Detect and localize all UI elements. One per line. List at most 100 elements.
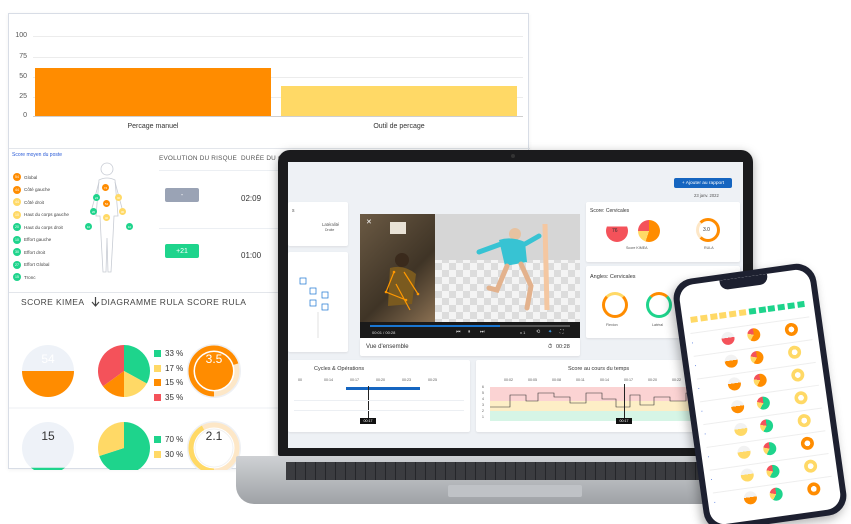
phone-score-circle [723, 353, 739, 369]
pause-icon[interactable]: ⏸ [468, 329, 471, 335]
y-tick: 0 [23, 112, 27, 119]
video-controls: 00:01 / 00:28 ⏮ ⏸ ⏭ x 1 ⟲ ✦ ⛶ [360, 322, 580, 338]
laterality-label: Latéralité [322, 222, 340, 227]
rula-pie [638, 220, 660, 242]
phone-score-circle [790, 367, 806, 383]
phone-mini-bar [748, 307, 757, 315]
rula-legend-item: 35 % [154, 393, 183, 402]
timeline-y-tick: 3 [482, 403, 484, 407]
grid-line [33, 57, 523, 58]
timeline-y-tick: 1 [482, 415, 484, 419]
row-marker-icon: ▪ [701, 409, 703, 414]
avatar-icon [476, 223, 550, 311]
rula-value: 3.0 [703, 227, 710, 233]
row-marker-icon: ▪ [713, 500, 716, 505]
body-point-elbow-left: 20 [90, 208, 97, 215]
close-video-button[interactable]: ✕ [366, 218, 372, 226]
pose-icon[interactable]: ✦ [548, 329, 552, 335]
clock-icon: ⏱ [548, 344, 553, 350]
legend-pct: 15 % [165, 378, 184, 387]
header-evolution: EVOLUTION DU RISQUE [159, 155, 238, 162]
phone-score-circle [733, 422, 749, 437]
legend-pct: 33 % [165, 349, 184, 358]
kimea-score-value: 54 [41, 352, 55, 366]
score-cervicales-card: Score: Cervicales 76 Score KIMEA 3.0 RUL… [586, 202, 740, 262]
legend-badge: 10 [13, 235, 21, 244]
body-point-elbow-right: 30 [119, 208, 126, 215]
lateral-gauge [646, 292, 672, 318]
body-map-title: Score moyen du poste [12, 152, 63, 158]
phone-mini-bar [777, 303, 786, 311]
timeline-y-tick: 5 [482, 391, 484, 395]
legend-badge: 27 [13, 260, 21, 269]
row-marker-icon: ▪ [704, 431, 707, 437]
phone-score-circle [800, 436, 815, 451]
skip-forward-icon[interactable]: ⏭ [480, 329, 485, 335]
score-card-title: Score: Cervicales [590, 208, 630, 214]
lateral-label: Latéral [652, 323, 663, 327]
legend-item: 20 Haut du corps droit [13, 222, 63, 232]
rula-legend-item: 30 % [154, 450, 183, 459]
header-score-rula: SCORE RULA [187, 297, 247, 307]
timeline-tick: 00:20 [648, 378, 657, 382]
legend-label: Haut du corps gauche [24, 212, 69, 217]
grid-line [33, 36, 523, 37]
legend-item: 54 Global [13, 172, 37, 182]
divider [9, 148, 530, 149]
skip-back-icon[interactable]: ⏮ [456, 329, 461, 335]
legend-item: 30 Effort droit [13, 247, 45, 257]
timeline-tick: 00:17 [624, 378, 633, 382]
y-tick: 75 [19, 53, 27, 60]
fullscreen-icon[interactable]: ⛶ [560, 329, 564, 335]
rula-legend-item: 17 % [154, 364, 183, 373]
category-label: Outil de percage [373, 123, 425, 130]
phone-score-circle [784, 322, 799, 337]
kimea-score-value: 15 [41, 429, 55, 443]
phone-mini-bar [758, 306, 766, 314]
legend-item: 44 Côté gauche [13, 185, 50, 195]
legend-swatch [154, 451, 161, 458]
legend-item: 44 Côté droit [13, 197, 44, 207]
laterality-card: s Latéralité Droite [288, 202, 348, 246]
timeline-tick: 00:05 [528, 378, 537, 382]
risk-badge: +21 [165, 244, 199, 258]
speed-selector[interactable]: x 1 [520, 330, 525, 335]
timeline-tick: 00:22 [672, 378, 681, 382]
phone-score-circle [762, 441, 778, 456]
phone-mini-bar [728, 310, 737, 318]
video-caption: Vue d'ensemble [366, 344, 409, 350]
video-progress-bar[interactable] [370, 325, 570, 327]
body-point-back: 54 [103, 200, 110, 207]
cursor-label: 00:17 [616, 418, 632, 424]
row-marker-icon: ▪ [707, 454, 710, 459]
phone-score-circle [796, 413, 812, 428]
bar-percage-manuel [35, 68, 271, 116]
legend-swatch [154, 436, 161, 443]
loop-icon[interactable]: ⟲ [536, 329, 540, 335]
time-cursor[interactable] [368, 386, 369, 420]
body-map: Score moyen du poste 54 Global 44 Côté gauc… [9, 150, 159, 290]
legend-swatch [154, 350, 161, 357]
laptop-trackpad [448, 485, 582, 497]
legend-swatch [154, 393, 161, 401]
arrow-down-icon[interactable] [91, 297, 100, 307]
time-cursor[interactable] [624, 384, 625, 422]
3d-avatar-view [435, 214, 580, 322]
rula-label: RULA [704, 246, 714, 250]
legend-badge: 10 [13, 210, 21, 219]
operation-bar[interactable] [346, 387, 420, 390]
row-marker-icon: ▪ [694, 363, 697, 368]
legend-pct: 17 % [165, 363, 184, 373]
row-marker-icon: ▪ [691, 340, 694, 345]
phone-mini-bar [699, 314, 708, 322]
divider [294, 400, 464, 401]
timeline-tick: 00:11 [576, 378, 585, 382]
video-player[interactable]: ✕ 00:01 / 00:28 ⏮ ⏸ ⏭ x 1 ⟲ ✦ ⛶ [360, 214, 580, 338]
camera-icon [511, 154, 515, 158]
rula-legend-item: 15 % [154, 378, 183, 387]
phone-mini-bar [719, 311, 728, 319]
rula-score-value: 3.5 [205, 352, 223, 366]
rula-legend-item: 70 % [154, 435, 183, 444]
add-to-report-button[interactable]: + Ajouter au rapport [674, 178, 732, 188]
timeline-tick: 00:08 [552, 378, 561, 382]
